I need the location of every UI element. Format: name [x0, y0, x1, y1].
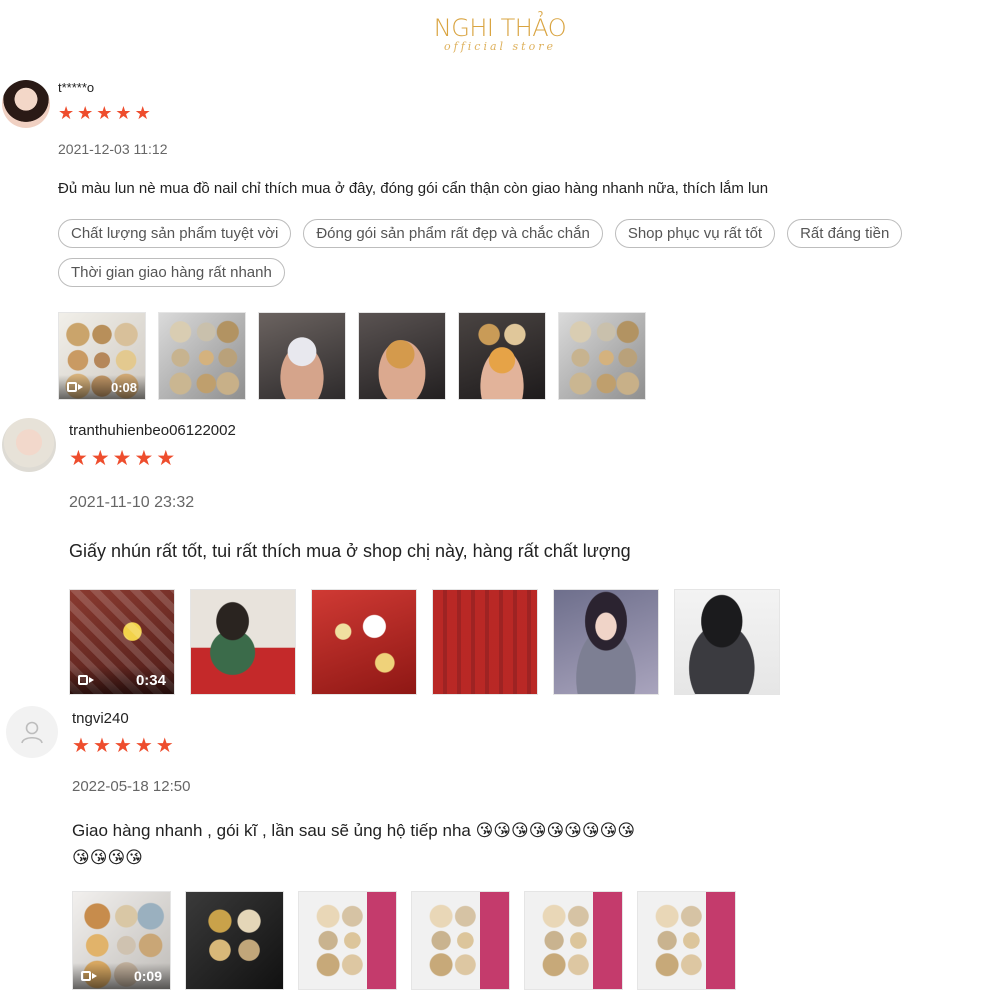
star-icon: ★	[134, 103, 151, 123]
star-icon: ★	[134, 735, 153, 757]
star-icon: ★	[92, 735, 111, 757]
media-gallery: 0:08	[58, 312, 646, 400]
star-icon: ★	[72, 735, 90, 757]
image-thumbnail[interactable]	[524, 891, 623, 990]
star-icon: ★	[112, 447, 132, 470]
star-icon: ★	[96, 103, 113, 123]
video-duration: 0:08	[110, 379, 137, 395]
video-thumbnail[interactable]: 0:34	[69, 589, 175, 695]
video-camera-icon	[67, 381, 83, 393]
image-thumbnail[interactable]	[258, 312, 346, 400]
brand-title: NGHI THẢO	[433, 14, 567, 42]
review-tag: Đóng gói sản phẩm rất đẹp và chắc chắn	[303, 219, 603, 248]
review-comment: Giấy nhún rất tốt, tui rất thích mua ở s…	[69, 541, 631, 561]
star-icon: ★	[69, 447, 88, 470]
image-thumbnail[interactable]	[558, 312, 646, 400]
image-thumbnail[interactable]	[185, 891, 284, 990]
video-thumbnail[interactable]: 0:09	[72, 891, 171, 990]
image-thumbnail[interactable]	[432, 589, 538, 695]
image-thumbnail[interactable]	[411, 891, 510, 990]
media-gallery: 0:34	[69, 589, 780, 695]
video-duration: 0:34	[135, 671, 166, 689]
star-icon: ★	[58, 103, 75, 123]
image-thumbnail[interactable]	[637, 891, 736, 990]
avatar[interactable]	[6, 706, 58, 758]
star-icon: ★	[77, 103, 94, 123]
rating-stars: ★ ★ ★ ★ ★	[69, 447, 176, 470]
image-thumbnail[interactable]	[311, 589, 417, 695]
video-badge: 0:09	[73, 963, 170, 989]
rating-stars: ★ ★ ★ ★ ★	[58, 104, 151, 122]
review-tag: Rất đáng tiền	[787, 219, 903, 248]
avatar[interactable]	[2, 418, 56, 472]
brand-subtitle: official store	[444, 40, 556, 53]
brand-header: NGHI THẢO official store	[0, 14, 1000, 53]
image-thumbnail[interactable]	[553, 589, 659, 695]
review-tag: Thời gian giao hàng rất nhanh	[58, 258, 285, 287]
media-gallery: 0:09	[72, 891, 736, 990]
avatar[interactable]	[2, 80, 50, 128]
star-icon: ★	[155, 735, 174, 757]
username[interactable]: tngvi240	[72, 710, 129, 727]
image-thumbnail[interactable]	[158, 312, 246, 400]
review-tags: Chất lượng sản phẩm tuyệt vời Đóng gói s…	[58, 219, 998, 287]
video-camera-icon	[78, 674, 94, 686]
image-thumbnail[interactable]	[458, 312, 546, 400]
video-camera-icon	[81, 970, 97, 982]
image-thumbnail[interactable]	[298, 891, 397, 990]
review-date: 2022-05-18 12:50	[72, 778, 191, 795]
review-tag: Shop phục vụ rất tốt	[614, 219, 776, 248]
username[interactable]: t*****o	[58, 80, 94, 95]
review-tag: Chất lượng sản phẩm tuyệt vời	[58, 219, 292, 248]
video-thumbnail[interactable]: 0:08	[58, 312, 146, 400]
video-badge: 0:34	[70, 666, 174, 694]
star-icon: ★	[134, 447, 154, 470]
image-thumbnail[interactable]	[674, 589, 780, 695]
image-thumbnail[interactable]	[358, 312, 446, 400]
video-duration: 0:09	[133, 968, 162, 984]
video-badge: 0:08	[59, 375, 145, 399]
review-date: 2021-12-03 11:12	[58, 141, 168, 157]
review-comment: Đủ màu lun nè mua đồ nail chỉ thích mua …	[58, 180, 769, 197]
user-placeholder-icon	[21, 721, 43, 744]
rating-stars: ★ ★ ★ ★ ★	[72, 735, 174, 757]
review-date: 2021-11-10 23:32	[69, 494, 195, 511]
review-comment: Giao hàng nhanh , gói kĩ , lần sau sẽ ủn…	[72, 821, 636, 840]
review-comment-emoji: 😘😘😘😘	[72, 848, 143, 867]
star-icon: ★	[156, 447, 176, 470]
image-thumbnail[interactable]	[190, 589, 296, 695]
username[interactable]: tranthuhienbeo06122002	[69, 422, 236, 439]
star-icon: ★	[115, 103, 132, 123]
star-icon: ★	[90, 447, 110, 470]
star-icon: ★	[113, 735, 132, 757]
